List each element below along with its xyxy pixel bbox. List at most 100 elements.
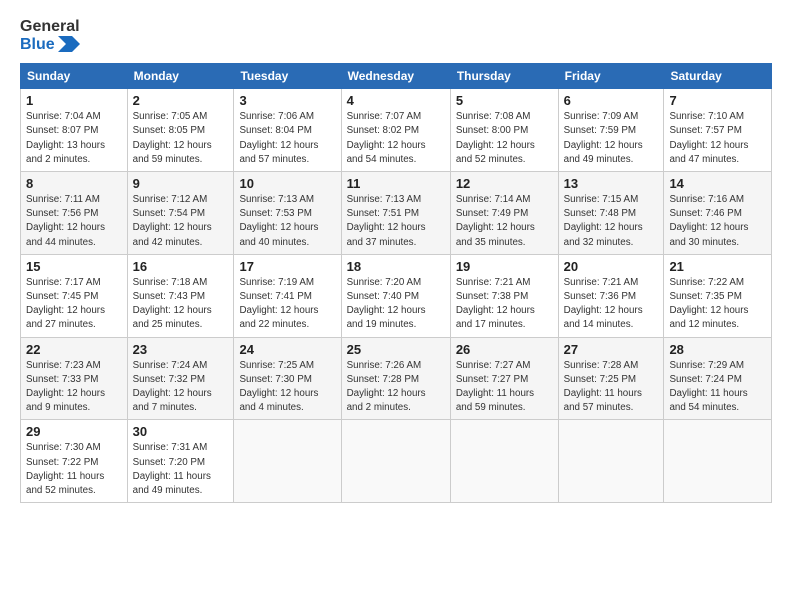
day-info: Sunrise: 7:08 AMSunset: 8:00 PMDaylight:… — [456, 110, 553, 167]
calendar-cell: 12Sunrise: 7:14 AMSunset: 7:49 PMDayligh… — [450, 172, 558, 255]
calendar-cell — [234, 420, 341, 503]
day-info: Sunrise: 7:04 AMSunset: 8:07 PMDaylight:… — [26, 110, 122, 167]
calendar-week-row: 29 Sunrise: 7:30 AMSunset: 7:22 PMDayligh… — [21, 420, 772, 503]
day-number: 16 — [133, 259, 229, 274]
day-info: Sunrise: 7:22 AMSunset: 7:35 PMDaylight:… — [669, 276, 766, 333]
calendar-header-sunday: Sunday — [21, 64, 128, 89]
day-number: 5 — [456, 93, 553, 108]
calendar-cell: 3Sunrise: 7:06 AMSunset: 8:04 PMDaylight… — [234, 89, 341, 172]
day-info: Sunrise: 7:13 AMSunset: 7:53 PMDaylight:… — [239, 193, 335, 250]
day-number: 15 — [26, 259, 122, 274]
header: General Blue — [20, 18, 772, 53]
day-info: Sunrise: 7:19 AMSunset: 7:41 PMDaylight:… — [239, 276, 335, 333]
day-info: Sunrise: 7:07 AMSunset: 8:02 PMDaylight:… — [347, 110, 445, 167]
day-number: 11 — [347, 176, 445, 191]
day-number: 3 — [239, 93, 335, 108]
day-info: Sunrise: 7:23 AMSunset: 7:33 PMDaylight:… — [26, 359, 122, 416]
day-number: 2 — [133, 93, 229, 108]
day-info: Sunrise: 7:12 AMSunset: 7:54 PMDaylight:… — [133, 193, 229, 250]
calendar-week-row: 15 Sunrise: 7:17 AMSunset: 7:45 PMDayligh… — [21, 254, 772, 337]
day-number: 30 — [133, 424, 229, 439]
calendar-cell: 22 Sunrise: 7:23 AMSunset: 7:33 PMDayligh… — [21, 337, 128, 420]
calendar-cell: 4 Sunrise: 7:07 AMSunset: 8:02 PMDaylight… — [341, 89, 450, 172]
day-number: 28 — [669, 342, 766, 357]
day-info: Sunrise: 7:18 AMSunset: 7:43 PMDaylight:… — [133, 276, 229, 333]
day-number: 9 — [133, 176, 229, 191]
day-number: 26 — [456, 342, 553, 357]
calendar-header-monday: Monday — [127, 64, 234, 89]
calendar-header-saturday: Saturday — [664, 64, 772, 89]
calendar-cell: 6 Sunrise: 7:09 AMSunset: 7:59 PMDaylight… — [558, 89, 664, 172]
day-number: 14 — [669, 176, 766, 191]
calendar-cell — [450, 420, 558, 503]
day-info: Sunrise: 7:24 AMSunset: 7:32 PMDaylight:… — [133, 359, 229, 416]
calendar-cell — [664, 420, 772, 503]
day-number: 20 — [564, 259, 659, 274]
calendar-cell — [341, 420, 450, 503]
day-info: Sunrise: 7:21 AMSunset: 7:38 PMDaylight:… — [456, 276, 553, 333]
calendar-cell — [558, 420, 664, 503]
page: General Blue SundayMondayTuesdayWednesda… — [0, 0, 792, 513]
logo: General Blue — [20, 18, 80, 53]
calendar-cell: 16 Sunrise: 7:18 AMSunset: 7:43 PMDayligh… — [127, 254, 234, 337]
calendar-week-row: 1 Sunrise: 7:04 AMSunset: 8:07 PMDaylight… — [21, 89, 772, 172]
calendar-cell: 29 Sunrise: 7:30 AMSunset: 7:22 PMDayligh… — [21, 420, 128, 503]
calendar-cell: 20 Sunrise: 7:21 AMSunset: 7:36 PMDayligh… — [558, 254, 664, 337]
calendar-cell: 18 Sunrise: 7:20 AMSunset: 7:40 PMDayligh… — [341, 254, 450, 337]
calendar-cell: 30 Sunrise: 7:31 AMSunset: 7:20 PMDayligh… — [127, 420, 234, 503]
day-number: 19 — [456, 259, 553, 274]
calendar-week-row: 8Sunrise: 7:11 AMSunset: 7:56 PMDaylight… — [21, 172, 772, 255]
day-number: 29 — [26, 424, 122, 439]
calendar-header-friday: Friday — [558, 64, 664, 89]
calendar-week-row: 22 Sunrise: 7:23 AMSunset: 7:33 PMDayligh… — [21, 337, 772, 420]
day-number: 24 — [239, 342, 335, 357]
calendar-cell: 19 Sunrise: 7:21 AMSunset: 7:38 PMDayligh… — [450, 254, 558, 337]
day-info: Sunrise: 7:09 AMSunset: 7:59 PMDaylight:… — [564, 110, 659, 167]
calendar-cell: 2 Sunrise: 7:05 AMSunset: 8:05 PMDaylight… — [127, 89, 234, 172]
calendar-header-wednesday: Wednesday — [341, 64, 450, 89]
day-number: 27 — [564, 342, 659, 357]
day-info: Sunrise: 7:26 AMSunset: 7:28 PMDaylight:… — [347, 359, 445, 416]
day-info: Sunrise: 7:13 AMSunset: 7:51 PMDaylight:… — [347, 193, 445, 250]
day-number: 18 — [347, 259, 445, 274]
day-number: 10 — [239, 176, 335, 191]
calendar-cell: 10 Sunrise: 7:13 AMSunset: 7:53 PMDayligh… — [234, 172, 341, 255]
day-info: Sunrise: 7:05 AMSunset: 8:05 PMDaylight:… — [133, 110, 229, 167]
calendar-header-tuesday: Tuesday — [234, 64, 341, 89]
day-info: Sunrise: 7:28 AMSunset: 7:25 PMDaylight:… — [564, 359, 659, 416]
calendar-cell: 27 Sunrise: 7:28 AMSunset: 7:25 PMDayligh… — [558, 337, 664, 420]
day-number: 25 — [347, 342, 445, 357]
calendar-cell: 26 Sunrise: 7:27 AMSunset: 7:27 PMDayligh… — [450, 337, 558, 420]
calendar-cell: 14Sunrise: 7:16 AMSunset: 7:46 PMDayligh… — [664, 172, 772, 255]
calendar-cell: 8Sunrise: 7:11 AMSunset: 7:56 PMDaylight… — [21, 172, 128, 255]
day-number: 8 — [26, 176, 122, 191]
day-info: Sunrise: 7:14 AMSunset: 7:49 PMDaylight:… — [456, 193, 553, 250]
calendar-cell: 25 Sunrise: 7:26 AMSunset: 7:28 PMDayligh… — [341, 337, 450, 420]
day-number: 23 — [133, 342, 229, 357]
day-number: 17 — [239, 259, 335, 274]
day-number: 4 — [347, 93, 445, 108]
calendar-cell: 13Sunrise: 7:15 AMSunset: 7:48 PMDayligh… — [558, 172, 664, 255]
day-number: 7 — [669, 93, 766, 108]
logo-arrow-icon — [58, 36, 80, 52]
calendar-header-row: SundayMondayTuesdayWednesdayThursdayFrid… — [21, 64, 772, 89]
calendar-cell: 1 Sunrise: 7:04 AMSunset: 8:07 PMDaylight… — [21, 89, 128, 172]
day-number: 1 — [26, 93, 122, 108]
day-number: 22 — [26, 342, 122, 357]
calendar-cell: 23 Sunrise: 7:24 AMSunset: 7:32 PMDayligh… — [127, 337, 234, 420]
day-number: 6 — [564, 93, 659, 108]
calendar-cell: 21Sunrise: 7:22 AMSunset: 7:35 PMDayligh… — [664, 254, 772, 337]
day-info: Sunrise: 7:30 AMSunset: 7:22 PMDaylight:… — [26, 441, 122, 498]
day-info: Sunrise: 7:17 AMSunset: 7:45 PMDaylight:… — [26, 276, 122, 333]
calendar-header-thursday: Thursday — [450, 64, 558, 89]
calendar-cell: 17 Sunrise: 7:19 AMSunset: 7:41 PMDayligh… — [234, 254, 341, 337]
day-info: Sunrise: 7:20 AMSunset: 7:40 PMDaylight:… — [347, 276, 445, 333]
calendar-cell: 15 Sunrise: 7:17 AMSunset: 7:45 PMDayligh… — [21, 254, 128, 337]
calendar-cell: 24Sunrise: 7:25 AMSunset: 7:30 PMDayligh… — [234, 337, 341, 420]
day-number: 13 — [564, 176, 659, 191]
calendar-cell: 5 Sunrise: 7:08 AMSunset: 8:00 PMDaylight… — [450, 89, 558, 172]
day-info: Sunrise: 7:31 AMSunset: 7:20 PMDaylight:… — [133, 441, 229, 498]
calendar-cell: 28Sunrise: 7:29 AMSunset: 7:24 PMDayligh… — [664, 337, 772, 420]
day-info: Sunrise: 7:21 AMSunset: 7:36 PMDaylight:… — [564, 276, 659, 333]
day-info: Sunrise: 7:27 AMSunset: 7:27 PMDaylight:… — [456, 359, 553, 416]
